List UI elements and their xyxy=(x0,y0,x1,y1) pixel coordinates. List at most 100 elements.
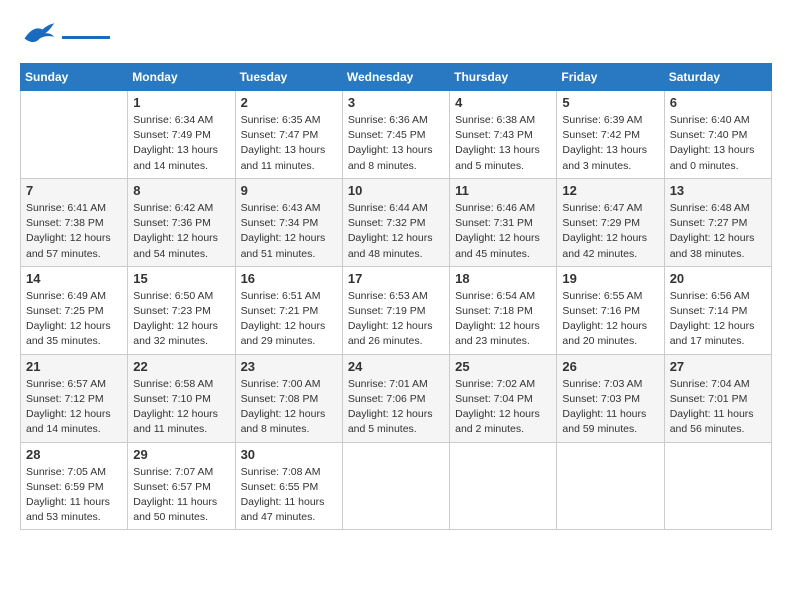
day-info: Sunrise: 6:50 AM Sunset: 7:23 PM Dayligh… xyxy=(133,289,229,350)
calendar-cell: 15 Sunrise: 6:50 AM Sunset: 7:23 PM Dayli… xyxy=(128,266,235,354)
calendar-cell xyxy=(450,442,557,530)
day-info: Sunrise: 6:53 AM Sunset: 7:19 PM Dayligh… xyxy=(348,289,444,350)
day-info: Sunrise: 6:43 AM Sunset: 7:34 PM Dayligh… xyxy=(241,201,337,262)
day-info: Sunrise: 6:36 AM Sunset: 7:45 PM Dayligh… xyxy=(348,113,444,174)
day-number: 2 xyxy=(241,95,337,110)
day-number: 4 xyxy=(455,95,551,110)
calendar-body: 1Sunrise: 6:34 AM Sunset: 7:49 PM Daylig… xyxy=(21,91,772,530)
day-number: 10 xyxy=(348,183,444,198)
day-info: Sunrise: 7:04 AM Sunset: 7:01 PM Dayligh… xyxy=(670,377,766,438)
day-info: Sunrise: 7:05 AM Sunset: 6:59 PM Dayligh… xyxy=(26,465,122,526)
calendar-cell: 16 Sunrise: 6:51 AM Sunset: 7:21 PM Dayli… xyxy=(235,266,342,354)
day-number: 28 xyxy=(26,447,122,462)
calendar-cell xyxy=(557,442,664,530)
day-info: Sunrise: 7:02 AM Sunset: 7:04 PM Dayligh… xyxy=(455,377,551,438)
calendar-cell: 7 Sunrise: 6:41 AM Sunset: 7:38 PM Daylig… xyxy=(21,178,128,266)
day-number: 12 xyxy=(562,183,658,198)
day-info: Sunrise: 6:51 AM Sunset: 7:21 PM Dayligh… xyxy=(241,289,337,350)
day-info: Sunrise: 6:56 AM Sunset: 7:14 PM Dayligh… xyxy=(670,289,766,350)
day-header-friday: Friday xyxy=(557,64,664,91)
calendar-cell: 18 Sunrise: 6:54 AM Sunset: 7:18 PM Dayli… xyxy=(450,266,557,354)
day-info: Sunrise: 6:58 AM Sunset: 7:10 PM Dayligh… xyxy=(133,377,229,438)
logo xyxy=(20,20,110,53)
calendar-week-row: 21 Sunrise: 6:57 AM Sunset: 7:12 PM Dayli… xyxy=(21,354,772,442)
day-info: Sunrise: 6:54 AM Sunset: 7:18 PM Dayligh… xyxy=(455,289,551,350)
calendar-cell: 11 Sunrise: 6:46 AM Sunset: 7:31 PM Dayli… xyxy=(450,178,557,266)
day-info: Sunrise: 7:03 AM Sunset: 7:03 PM Dayligh… xyxy=(562,377,658,438)
calendar-cell: 14 Sunrise: 6:49 AM Sunset: 7:25 PM Dayli… xyxy=(21,266,128,354)
calendar-cell: 30 Sunrise: 7:08 AM Sunset: 6:55 PM Dayli… xyxy=(235,442,342,530)
calendar-week-row: 28 Sunrise: 7:05 AM Sunset: 6:59 PM Dayli… xyxy=(21,442,772,530)
calendar-cell: 22 Sunrise: 6:58 AM Sunset: 7:10 PM Dayli… xyxy=(128,354,235,442)
logo-underline xyxy=(62,36,110,39)
calendar-cell: 19Sunrise: 6:55 AM Sunset: 7:16 PM Dayli… xyxy=(557,266,664,354)
calendar-cell: 3 Sunrise: 6:36 AM Sunset: 7:45 PM Daylig… xyxy=(342,91,449,179)
day-info: Sunrise: 7:08 AM Sunset: 6:55 PM Dayligh… xyxy=(241,465,337,526)
day-number: 20 xyxy=(670,271,766,286)
day-number: 16 xyxy=(241,271,337,286)
day-info: Sunrise: 6:49 AM Sunset: 7:25 PM Dayligh… xyxy=(26,289,122,350)
calendar-cell: 6Sunrise: 6:40 AM Sunset: 7:40 PM Daylig… xyxy=(664,91,771,179)
day-info: Sunrise: 6:42 AM Sunset: 7:36 PM Dayligh… xyxy=(133,201,229,262)
calendar-cell: 5 Sunrise: 6:39 AM Sunset: 7:42 PM Daylig… xyxy=(557,91,664,179)
logo-text-area xyxy=(62,34,110,39)
day-number: 1 xyxy=(133,95,229,110)
calendar-week-row: 14 Sunrise: 6:49 AM Sunset: 7:25 PM Dayli… xyxy=(21,266,772,354)
day-info: Sunrise: 6:55 AM Sunset: 7:16 PM Dayligh… xyxy=(562,289,658,350)
day-number: 5 xyxy=(562,95,658,110)
day-info: Sunrise: 6:41 AM Sunset: 7:38 PM Dayligh… xyxy=(26,201,122,262)
calendar-cell: 27Sunrise: 7:04 AM Sunset: 7:01 PM Dayli… xyxy=(664,354,771,442)
calendar-cell: 9 Sunrise: 6:43 AM Sunset: 7:34 PM Daylig… xyxy=(235,178,342,266)
calendar-cell: 29 Sunrise: 7:07 AM Sunset: 6:57 PM Dayli… xyxy=(128,442,235,530)
day-number: 3 xyxy=(348,95,444,110)
calendar-cell: 26 Sunrise: 7:03 AM Sunset: 7:03 PM Dayli… xyxy=(557,354,664,442)
day-number: 30 xyxy=(241,447,337,462)
day-info: Sunrise: 6:46 AM Sunset: 7:31 PM Dayligh… xyxy=(455,201,551,262)
day-number: 11 xyxy=(455,183,551,198)
calendar-cell xyxy=(21,91,128,179)
calendar-cell: 8Sunrise: 6:42 AM Sunset: 7:36 PM Daylig… xyxy=(128,178,235,266)
day-number: 14 xyxy=(26,271,122,286)
calendar-week-row: 1Sunrise: 6:34 AM Sunset: 7:49 PM Daylig… xyxy=(21,91,772,179)
day-info: Sunrise: 6:38 AM Sunset: 7:43 PM Dayligh… xyxy=(455,113,551,174)
calendar-table: SundayMondayTuesdayWednesdayThursdayFrid… xyxy=(20,63,772,530)
day-number: 26 xyxy=(562,359,658,374)
calendar-cell: 23Sunrise: 7:00 AM Sunset: 7:08 PM Dayli… xyxy=(235,354,342,442)
day-header-thursday: Thursday xyxy=(450,64,557,91)
day-number: 25 xyxy=(455,359,551,374)
calendar-cell: 12 Sunrise: 6:47 AM Sunset: 7:29 PM Dayli… xyxy=(557,178,664,266)
calendar-header-row: SundayMondayTuesdayWednesdayThursdayFrid… xyxy=(21,64,772,91)
calendar-cell: 1Sunrise: 6:34 AM Sunset: 7:49 PM Daylig… xyxy=(128,91,235,179)
calendar-cell: 4 Sunrise: 6:38 AM Sunset: 7:43 PM Daylig… xyxy=(450,91,557,179)
day-number: 7 xyxy=(26,183,122,198)
calendar-cell: 21 Sunrise: 6:57 AM Sunset: 7:12 PM Dayli… xyxy=(21,354,128,442)
day-number: 21 xyxy=(26,359,122,374)
day-number: 9 xyxy=(241,183,337,198)
calendar-cell: 13Sunrise: 6:48 AM Sunset: 7:27 PM Dayli… xyxy=(664,178,771,266)
day-header-wednesday: Wednesday xyxy=(342,64,449,91)
day-header-saturday: Saturday xyxy=(664,64,771,91)
header xyxy=(20,20,772,53)
day-number: 29 xyxy=(133,447,229,462)
day-info: Sunrise: 7:07 AM Sunset: 6:57 PM Dayligh… xyxy=(133,465,229,526)
day-number: 24 xyxy=(348,359,444,374)
day-number: 17 xyxy=(348,271,444,286)
day-header-monday: Monday xyxy=(128,64,235,91)
calendar-cell: 17 Sunrise: 6:53 AM Sunset: 7:19 PM Dayli… xyxy=(342,266,449,354)
day-info: Sunrise: 6:48 AM Sunset: 7:27 PM Dayligh… xyxy=(670,201,766,262)
day-info: Sunrise: 6:57 AM Sunset: 7:12 PM Dayligh… xyxy=(26,377,122,438)
calendar-week-row: 7 Sunrise: 6:41 AM Sunset: 7:38 PM Daylig… xyxy=(21,178,772,266)
day-info: Sunrise: 6:39 AM Sunset: 7:42 PM Dayligh… xyxy=(562,113,658,174)
calendar-cell: 28 Sunrise: 7:05 AM Sunset: 6:59 PM Dayli… xyxy=(21,442,128,530)
calendar-cell xyxy=(664,442,771,530)
calendar-cell: 25 Sunrise: 7:02 AM Sunset: 7:04 PM Dayli… xyxy=(450,354,557,442)
day-number: 15 xyxy=(133,271,229,286)
day-header-sunday: Sunday xyxy=(21,64,128,91)
calendar-cell xyxy=(342,442,449,530)
day-info: Sunrise: 6:47 AM Sunset: 7:29 PM Dayligh… xyxy=(562,201,658,262)
calendar-cell: 2Sunrise: 6:35 AM Sunset: 7:47 PM Daylig… xyxy=(235,91,342,179)
day-header-tuesday: Tuesday xyxy=(235,64,342,91)
day-number: 22 xyxy=(133,359,229,374)
day-number: 18 xyxy=(455,271,551,286)
day-number: 23 xyxy=(241,359,337,374)
